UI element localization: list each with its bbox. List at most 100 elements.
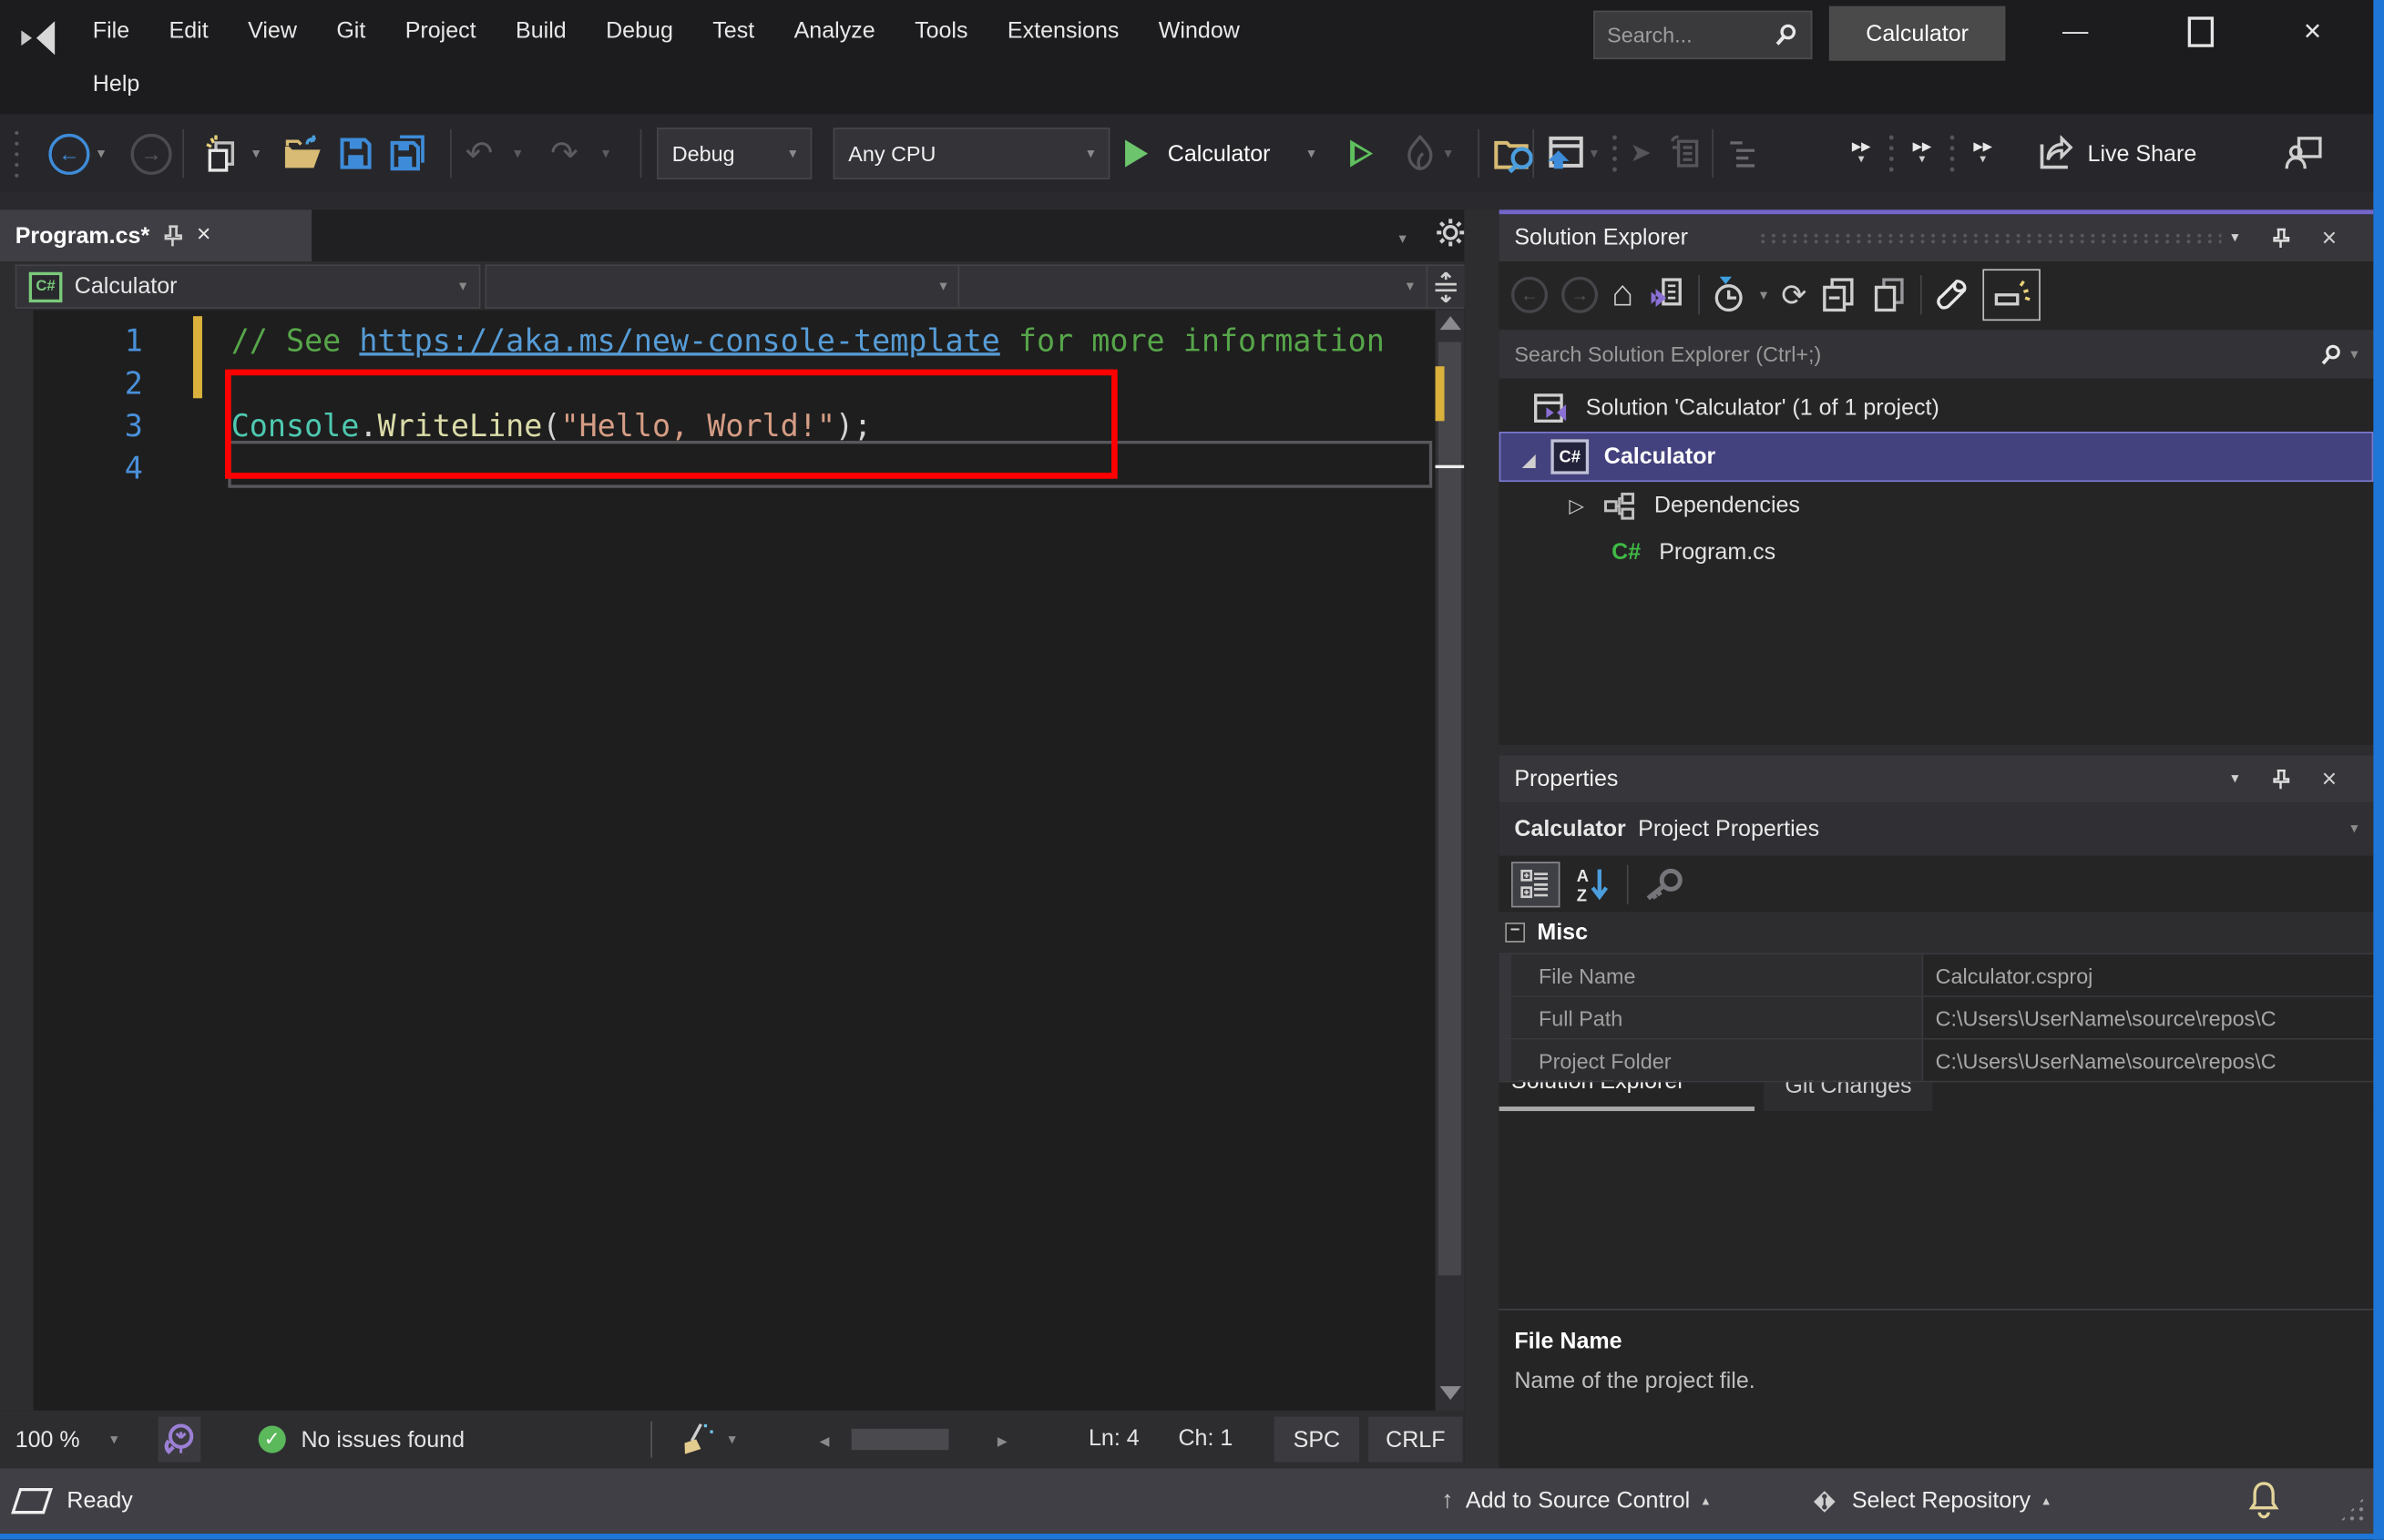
menu-file[interactable]: File (73, 5, 149, 56)
show-next-statement-icon[interactable]: ▶▶ ▾ (1852, 134, 1871, 173)
horizontal-splitter[interactable] (1499, 744, 2374, 756)
home-icon[interactable]: ⌂ (1612, 276, 1633, 312)
menu-window[interactable]: Window (1139, 5, 1259, 56)
feedback-icon[interactable] (2284, 134, 2323, 173)
pending-changes-filter-icon[interactable] (1713, 275, 1746, 314)
close-button[interactable]: × (2277, 0, 2348, 64)
breakpoint-margin[interactable] (0, 310, 34, 1411)
scrollbar-up-arrow[interactable] (1439, 316, 1461, 331)
resize-grip[interactable] (2338, 1495, 2366, 1524)
undo-button[interactable]: ↶ (466, 134, 494, 173)
start-debugging-button[interactable]: Calculator (1168, 134, 1271, 173)
tree-row-program-cs[interactable]: C# Program.cs (1499, 529, 2374, 576)
hot-reload-icon[interactable] (1405, 134, 1435, 173)
pin-icon[interactable] (2259, 755, 2302, 802)
properties-object-dropdown[interactable]: Calculator Project Properties ▾ (1499, 802, 2374, 856)
add-to-source-control-button[interactable]: ↑ Add to Source Control ▴ (1441, 1468, 1709, 1534)
preview-selected-items-icon[interactable] (1870, 277, 1907, 313)
member-dropdown[interactable]: ▾ (957, 264, 1428, 309)
open-file-button[interactable] (282, 134, 325, 173)
split-window-button[interactable] (1426, 264, 1466, 309)
undo-dropdown[interactable]: ▾ (514, 134, 521, 173)
project-dropdown[interactable]: C# Calculator ▾ (15, 264, 481, 309)
new-project-dropdown[interactable]: ▾ (252, 134, 260, 173)
alphabetical-sort-button[interactable]: A Z (1575, 864, 1612, 903)
show-all-files-toggle[interactable] (1982, 269, 2041, 321)
search-input[interactable]: Search... (1593, 10, 1813, 60)
properties-title-bar[interactable]: Properties ▾ × (1499, 755, 2374, 803)
expanded-chevron-icon[interactable] (1521, 440, 1536, 468)
property-row-file-name[interactable]: File Name Calculator.csproj (1499, 954, 2374, 997)
hot-reload-dropdown[interactable]: ▾ (1445, 134, 1452, 173)
start-without-debugging-icon[interactable] (1350, 134, 1374, 173)
menu-build[interactable]: Build (496, 5, 586, 56)
health-lightbulb-wrench-icon[interactable] (158, 1416, 201, 1463)
solution-explorer-search-input[interactable]: Search Solution Explorer (Ctrl+;) ▾ (1499, 330, 2374, 379)
pin-icon[interactable] (163, 224, 183, 247)
property-row-full-path[interactable]: Full Path C:\Users\UserName\source\repos… (1499, 996, 2374, 1040)
menu-extensions[interactable]: Extensions (987, 5, 1139, 56)
collapse-category-icon[interactable]: − (1505, 922, 1526, 943)
menu-analyze[interactable]: Analyze (774, 5, 895, 56)
minimize-button[interactable]: — (2041, 0, 2111, 64)
redo-button[interactable]: ↷ (550, 134, 578, 173)
tab-program-cs[interactable]: Program.cs* × (0, 209, 312, 262)
tree-row-dependencies[interactable]: ▷ Dependencies (1499, 482, 2374, 529)
hscroll-right-arrow[interactable]: ▸ (998, 1429, 1008, 1453)
tree-row-solution[interactable]: Solution 'Calculator' (1 of 1 project) (1499, 384, 2374, 432)
zoom-control[interactable]: 100 % ▾ (15, 1411, 118, 1468)
new-project-button[interactable] (200, 134, 240, 173)
navigate-forward-button[interactable]: → (130, 133, 172, 175)
save-button[interactable] (338, 134, 374, 173)
pin-icon[interactable] (2259, 214, 2302, 261)
start-debugging-dropdown[interactable]: ▾ (1307, 134, 1315, 173)
window-position-dropdown[interactable]: ▾ (2214, 755, 2256, 802)
tab-list-dropdown[interactable]: ▾ (1398, 223, 1406, 248)
code-hyperlink[interactable]: https://aka.ms/new-console-template (359, 322, 999, 359)
menu-tools[interactable]: Tools (895, 5, 987, 56)
document-health-indicator[interactable]: ✓ No issues found (258, 1411, 465, 1468)
maximize-button[interactable] (2165, 0, 2236, 64)
close-tab-icon[interactable]: × (197, 222, 211, 250)
horizontal-scrollbar-thumb[interactable] (851, 1428, 949, 1451)
vertical-scrollbar[interactable] (1435, 310, 1465, 1411)
properties-wrench-icon[interactable] (1936, 278, 1970, 311)
scrollbar-thumb[interactable] (1438, 342, 1461, 1276)
save-all-button[interactable] (389, 134, 428, 173)
breakpoint-commands-icon[interactable]: ▶▶ ▾ (1973, 134, 1992, 173)
menu-edit[interactable]: Edit (149, 5, 229, 56)
step-commands-icon[interactable]: ▶▶ ▾ (1913, 134, 1932, 173)
line-ending-indicator[interactable]: CRLF (1368, 1416, 1463, 1463)
column-indicator[interactable]: Ch: 1 (1178, 1426, 1233, 1452)
menu-project[interactable]: Project (385, 5, 496, 56)
window-layout-dropdown[interactable]: ▾ (1591, 134, 1598, 173)
line-indicator[interactable]: Ln: 4 (1089, 1426, 1140, 1452)
tree-row-project-calculator[interactable]: C# Calculator (1499, 431, 2374, 483)
code-cleanup-button[interactable]: ▾ (680, 1411, 736, 1468)
notifications-bell-icon[interactable] (2247, 1481, 2281, 1520)
editor-options-gear-icon[interactable] (1436, 218, 1466, 248)
live-share-button[interactable]: Live Share (2037, 134, 2196, 173)
spaces-indicator[interactable]: SPC (1274, 1416, 1360, 1463)
solution-name-button[interactable]: Calculator (1828, 5, 2006, 61)
solution-explorer-title-bar[interactable]: Solution Explorer ▾ × (1499, 214, 2374, 262)
solution-platform-dropdown[interactable]: Any CPU ▾ (833, 127, 1110, 179)
categorized-view-button[interactable] (1510, 861, 1560, 907)
start-window-icon[interactable] (1545, 134, 1584, 173)
type-dropdown[interactable]: ▾ (485, 264, 961, 309)
property-row-project-folder[interactable]: Project Folder C:\Users\UserName\source\… (1499, 1039, 2374, 1083)
menu-help[interactable]: Help (73, 57, 159, 109)
window-position-dropdown[interactable]: ▾ (2214, 214, 2256, 261)
close-icon[interactable]: × (2308, 214, 2351, 261)
category-misc[interactable]: − Misc (1499, 912, 2374, 955)
collapsed-chevron-icon[interactable]: ▷ (1569, 494, 1584, 518)
solution-configuration-dropdown[interactable]: Debug ▾ (657, 127, 813, 179)
close-icon[interactable]: × (2308, 755, 2351, 802)
menu-git[interactable]: Git (317, 5, 385, 56)
refresh-icon[interactable]: ⟳ (1781, 276, 1806, 314)
menu-test[interactable]: Test (693, 5, 774, 56)
hscroll-left-arrow[interactable]: ◂ (820, 1429, 830, 1453)
navigate-back-dropdown[interactable]: ▾ (97, 134, 105, 173)
menu-view[interactable]: View (228, 5, 316, 56)
toolbar-grip[interactable] (12, 127, 22, 179)
